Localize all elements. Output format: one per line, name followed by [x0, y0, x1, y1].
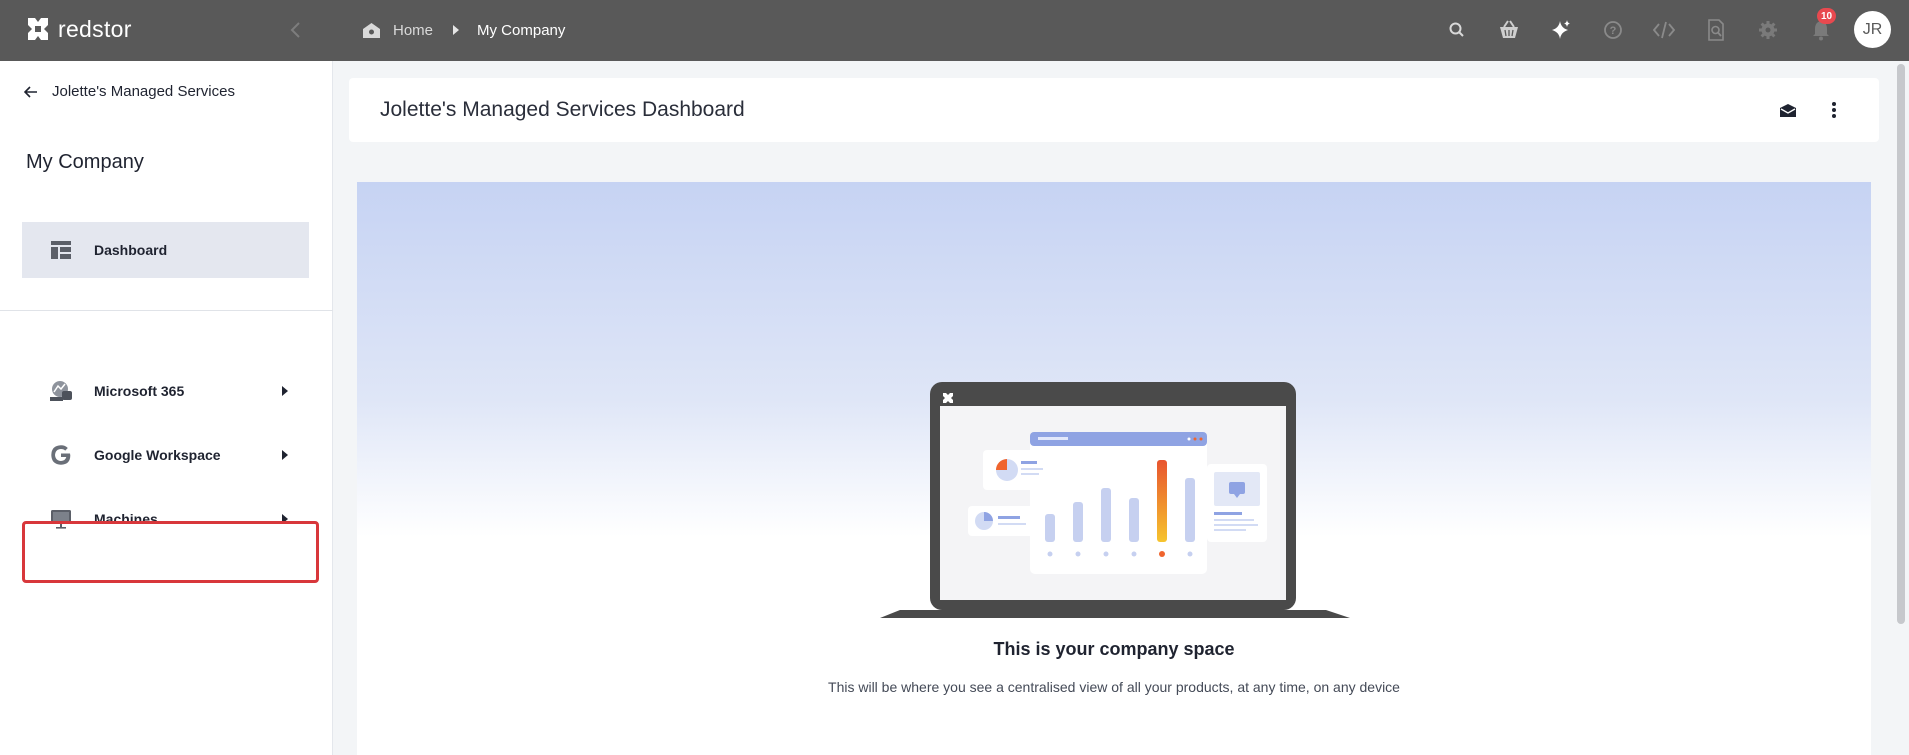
breadcrumb-home-label: Home	[393, 21, 434, 39]
google-icon	[44, 440, 78, 470]
basket-icon	[1500, 20, 1518, 38]
collapse-sidebar-button[interactable]	[285, 18, 305, 42]
brand-logo[interactable]: redstor	[24, 14, 132, 44]
home-icon	[363, 22, 380, 38]
gear-icon	[1759, 21, 1777, 39]
sidebar-item-microsoft-365[interactable]: Microsoft 365	[22, 363, 319, 419]
code-icon	[1653, 21, 1675, 39]
machines-highlight-outline	[22, 521, 319, 583]
caret-right-icon	[275, 450, 295, 460]
dashboard-icon	[44, 235, 78, 265]
page-title: Jolette's Managed Services Dashboard	[380, 98, 745, 121]
laptop-dashboard-illustration	[880, 382, 1350, 618]
breadcrumb: Home My Company	[362, 18, 565, 42]
sidebar-item-dashboard-label: Dashboard	[94, 242, 168, 258]
svg-text:?: ?	[1610, 25, 1617, 37]
sidebar-item-label: Google Workspace	[94, 447, 221, 463]
redstor-logo-icon	[28, 18, 48, 40]
more-vertical-icon	[1832, 102, 1836, 118]
sidebar-divider	[0, 310, 333, 311]
sidebar-title: My Company	[26, 151, 144, 173]
empty-state-title: This is your company space	[993, 639, 1235, 659]
sidebar-item-dashboard[interactable]: Dashboard	[22, 222, 309, 278]
sidebar-item-label: Microsoft 365	[94, 383, 185, 399]
search-button[interactable]	[1441, 14, 1473, 46]
caret-right-icon	[453, 25, 460, 35]
top-bar: redstor Home My Company ? 10 JR	[0, 0, 1909, 61]
sidebar-item-google-workspace[interactable]: Google Workspace	[22, 427, 319, 483]
search-icon	[1449, 22, 1464, 37]
more-options-button[interactable]	[1819, 95, 1849, 125]
help-button[interactable]: ?	[1597, 14, 1629, 46]
sparkle-icon	[1552, 20, 1570, 39]
page-scrollbar[interactable]	[1897, 64, 1905, 624]
mail-icon	[1780, 103, 1796, 117]
inspect-button[interactable]	[1700, 14, 1732, 46]
back-link[interactable]: Jolette's Managed Services	[24, 83, 235, 100]
chevron-left-icon	[290, 22, 300, 38]
notification-count-badge: 10	[1817, 8, 1837, 24]
basket-button[interactable]	[1493, 14, 1525, 46]
empty-state-subtitle: This will be where you see a centralised…	[828, 679, 1400, 695]
brand-name: redstor	[58, 15, 132, 42]
ai-assistant-button[interactable]	[1545, 14, 1577, 46]
company-space-panel: This is your company space This will be …	[357, 182, 1871, 755]
sidebar: Jolette's Managed Services My Company Da…	[0, 61, 333, 755]
help-icon: ?	[1604, 21, 1622, 39]
arrow-left-icon	[24, 85, 37, 98]
developer-button[interactable]	[1648, 14, 1680, 46]
back-link-label: Jolette's Managed Services	[52, 83, 235, 100]
breadcrumb-home[interactable]: Home	[362, 22, 433, 39]
inspect-icon	[1708, 19, 1724, 41]
caret-right-icon	[275, 386, 295, 396]
dashboard-header: Jolette's Managed Services Dashboard	[349, 78, 1879, 142]
mail-button[interactable]	[1773, 95, 1803, 125]
user-avatar[interactable]: JR	[1854, 11, 1891, 48]
settings-button[interactable]	[1752, 14, 1784, 46]
breadcrumb-current: My Company	[477, 21, 566, 39]
microsoft365-icon	[44, 376, 78, 406]
